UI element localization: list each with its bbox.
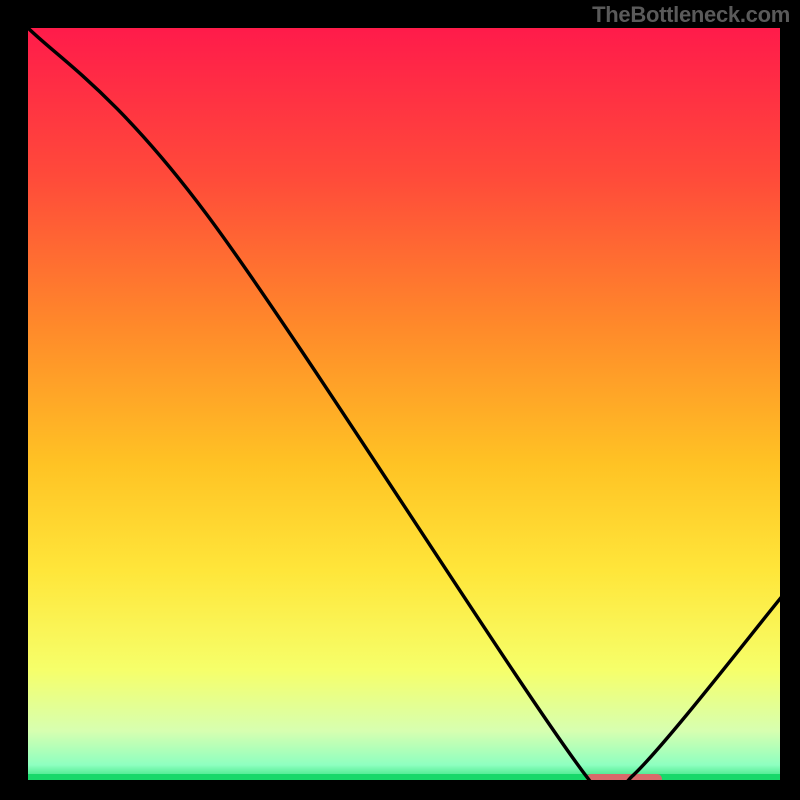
- curve-path: [24, 24, 784, 784]
- watermark-text: TheBottleneck.com: [592, 2, 790, 28]
- plot-frame: [24, 24, 784, 784]
- bottleneck-curve: [24, 24, 784, 784]
